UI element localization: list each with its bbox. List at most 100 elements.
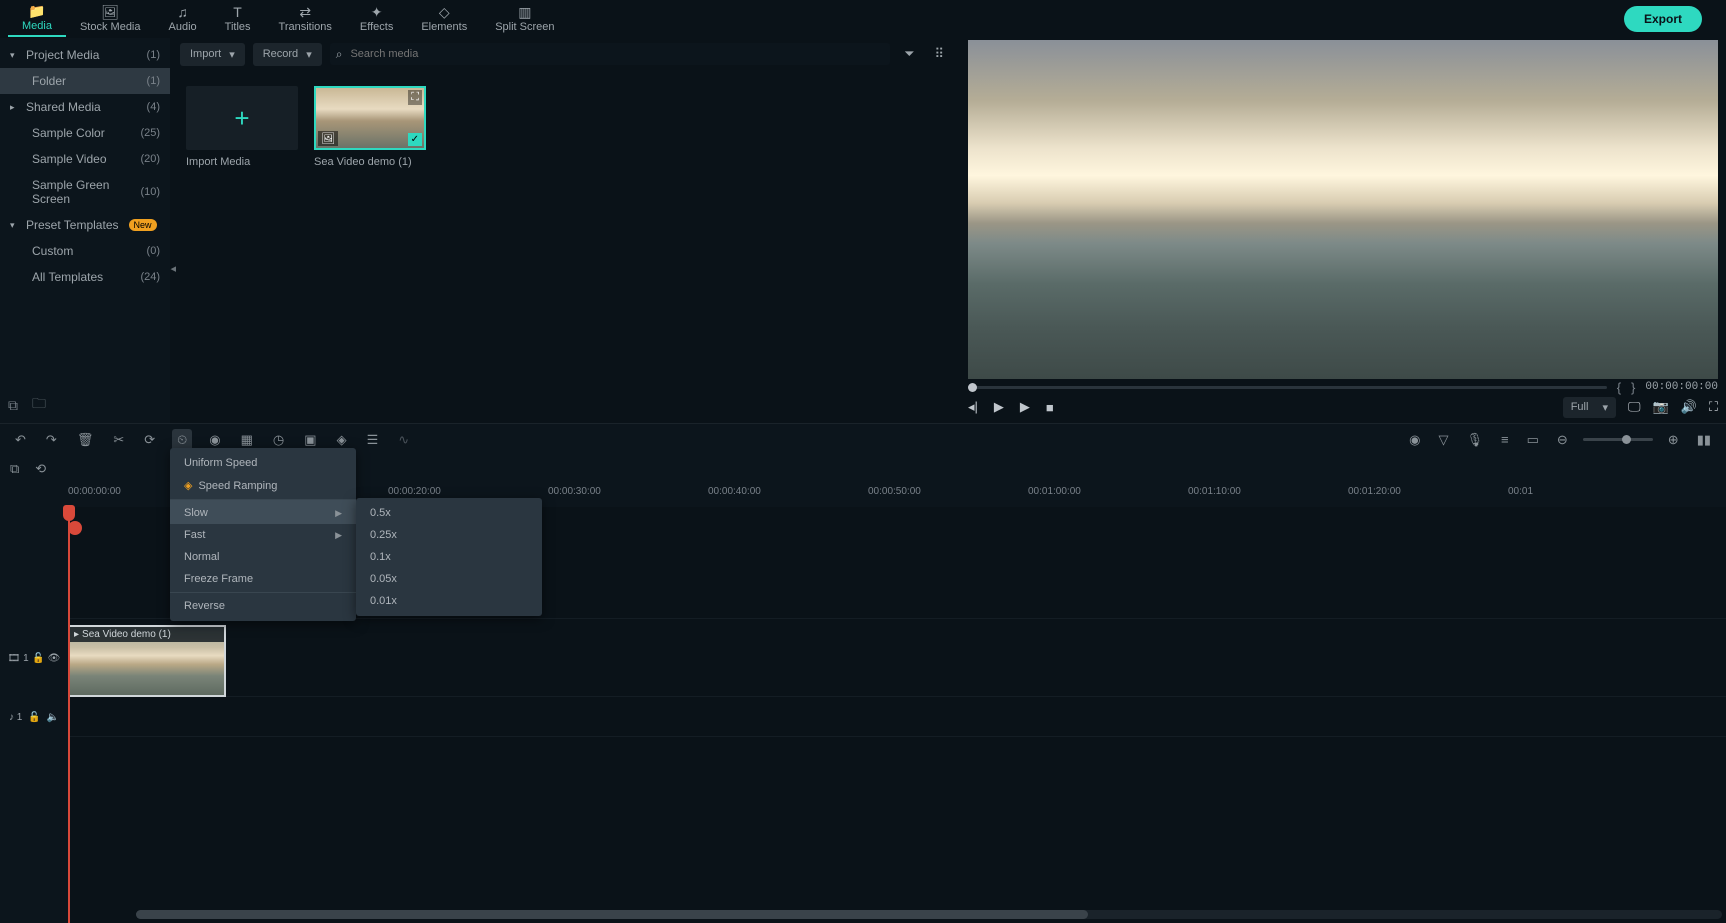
audio-track-icon: ♪ 1 (9, 712, 22, 723)
quality-select[interactable]: Full▾ (1563, 397, 1616, 418)
ctx-slow[interactable]: Slow▶ (170, 499, 356, 524)
sidebar-item-folder[interactable]: Folder(1) (0, 68, 170, 94)
bracket-right-icon[interactable]: } (1631, 380, 1635, 395)
stop-button[interactable]: ■ (1046, 400, 1054, 415)
splitscreen-icon: ▥ (518, 5, 531, 19)
eye-icon[interactable]: 👁 (48, 653, 61, 664)
redo-button[interactable]: ↷ (43, 429, 60, 451)
nav-tab-transitions[interactable]: ⇄Transitions (265, 1, 346, 37)
playhead[interactable] (68, 507, 70, 923)
play-forward-button[interactable]: ▶ (1020, 399, 1030, 415)
nav-tab-effects[interactable]: ✦Effects (346, 1, 407, 37)
sidebar-item-sample-green[interactable]: Sample Green Screen(10) (0, 172, 170, 212)
snap-button[interactable]: ▭ (1524, 429, 1542, 451)
chevron-right-icon: ▶ (335, 530, 342, 541)
undo-button[interactable]: ↶ (12, 429, 29, 451)
track-options-button[interactable]: ⧉ (10, 461, 19, 477)
sidebar-item-preset-templates[interactable]: ▾Preset TemplatesNew (0, 212, 170, 238)
render-button[interactable]: ◉ (1406, 429, 1423, 451)
bracket-left-icon[interactable]: { (1617, 380, 1621, 395)
scrub-track[interactable] (968, 386, 1607, 389)
folder-button[interactable]: 🗀 (32, 393, 46, 417)
sub-005x[interactable]: 0.05x (356, 568, 542, 590)
add-folder-button[interactable]: ⧉ (8, 393, 18, 417)
ctx-speed-ramping[interactable]: ◈Speed Ramping (170, 474, 356, 497)
audio-track-label[interactable]: ♪ 1 🔓 🔈 (0, 697, 68, 737)
nav-tab-titles[interactable]: TTitles (211, 1, 265, 37)
record-dropdown[interactable]: Record▾ (253, 43, 322, 66)
audio-track[interactable] (68, 697, 1726, 737)
sidebar-item-custom[interactable]: Custom(0) (0, 238, 170, 264)
playhead-handle[interactable] (63, 505, 75, 521)
export-button[interactable]: Export (1624, 6, 1702, 32)
media-item-sea-video[interactable]: ⛶ 🖼 ✓ Sea Video demo (1) (314, 86, 426, 168)
import-media-tile[interactable]: + Import Media (186, 86, 298, 168)
mixer-button[interactable]: ≡ (1498, 429, 1512, 450)
video-track-label[interactable]: 🎞 1 🔓 👁 (0, 619, 68, 697)
ctx-reverse[interactable]: Reverse (170, 592, 356, 617)
sidebar-item-project-media[interactable]: ▾Project Media(1) (0, 42, 170, 68)
sub-025x[interactable]: 0.25x (356, 524, 542, 546)
sidebar-item-sample-video[interactable]: Sample Video(20) (0, 146, 170, 172)
sidebar-item-all-templates[interactable]: All Templates(24) (0, 264, 170, 290)
ctx-freeze[interactable]: Freeze Frame (170, 568, 356, 590)
zoom-slider[interactable] (1583, 438, 1653, 441)
sidebar-item-shared-media[interactable]: ▸Shared Media(4) (0, 94, 170, 120)
nav-tab-split[interactable]: ▥Split Screen (481, 1, 568, 37)
crop-button[interactable]: ⟳ (141, 429, 158, 451)
search-input[interactable] (342, 43, 884, 65)
link-button[interactable]: ⟲ (35, 461, 46, 477)
preview-canvas[interactable] (968, 40, 1718, 379)
grid-view-button[interactable]: ⠿ (928, 42, 950, 66)
ctx-uniform-speed[interactable]: Uniform Speed (170, 452, 356, 474)
speaker-icon[interactable]: 🔈 (47, 712, 59, 723)
slow-submenu: 0.5x 0.25x 0.1x 0.05x 0.01x (356, 498, 542, 616)
preview-scrub: { } 00:00:00:00 (968, 379, 1718, 395)
cut-button[interactable]: ✂ (110, 429, 127, 451)
marker-button[interactable]: ▽ (1435, 429, 1451, 451)
delete-button[interactable]: 🗑 (74, 429, 97, 451)
volume-button[interactable]: 🔊 (1681, 399, 1697, 415)
prev-frame-button[interactable]: ◂| (968, 399, 978, 415)
zoom-out-button[interactable]: ⊖ (1554, 429, 1571, 451)
snapshot-button[interactable]: 📷 (1653, 399, 1669, 415)
expand-icon[interactable]: ⛶ (408, 90, 422, 105)
scroll-thumb[interactable] (136, 910, 1088, 919)
sidebar-collapse-handle[interactable]: ◂ (170, 262, 176, 275)
lock-icon[interactable]: 🔓 (28, 712, 40, 723)
in-marker[interactable] (68, 521, 82, 535)
ctx-fast[interactable]: Fast▶ (170, 524, 356, 546)
audio-wave-button[interactable]: ∿ (395, 429, 412, 451)
diamond-icon: ◇ (439, 5, 450, 19)
video-track[interactable]: ▸Sea Video demo (1) (68, 619, 1726, 697)
play-button[interactable]: ▶ (994, 399, 1004, 415)
media-panel: Import▾ Record▾ ⌕ ⏷ ⠿ + Import Media ⛶ 🖼… (170, 38, 960, 423)
sidebar-item-sample-color[interactable]: Sample Color(25) (0, 120, 170, 146)
voiceover-button[interactable]: 🎙 (1463, 429, 1486, 451)
media-thumbnail[interactable]: ⛶ 🖼 ✓ (314, 86, 426, 150)
import-tile[interactable]: + (186, 86, 298, 150)
filter-button[interactable]: ⏷ (898, 42, 920, 66)
fullscreen-button[interactable]: ⛶ (1709, 399, 1718, 415)
nav-tab-audio[interactable]: ♫Audio (155, 1, 211, 37)
timeline-clip[interactable]: ▸Sea Video demo (1) (68, 625, 226, 697)
display-button[interactable]: 🖵 (1628, 399, 1641, 415)
ctx-normal[interactable]: Normal (170, 546, 356, 568)
nav-tab-stock[interactable]: 🖼Stock Media (66, 1, 155, 37)
track-scrollbar[interactable] (136, 910, 1722, 919)
sub-01x[interactable]: 0.1x (356, 546, 542, 568)
fit-zoom-button[interactable]: ▮▮ (1694, 429, 1714, 451)
folder-icon: 📁 (28, 4, 45, 18)
preview-controls: ◂| ▶ ▶ ■ Full▾ 🖵 📷 🔊 ⛶ (968, 395, 1718, 423)
sub-05x[interactable]: 0.5x (356, 502, 542, 524)
import-dropdown[interactable]: Import▾ (180, 43, 245, 66)
sub-001x[interactable]: 0.01x (356, 590, 542, 612)
zoom-handle[interactable] (1622, 435, 1631, 444)
track-labels: 🎞 1 🔓 👁 ♪ 1 🔓 🔈 (0, 507, 68, 923)
zoom-in-button[interactable]: ⊕ (1665, 429, 1682, 451)
lock-icon[interactable]: 🔓 (32, 653, 44, 664)
scrub-handle[interactable] (968, 383, 977, 392)
adjust-button[interactable]: ☰ (364, 429, 382, 451)
nav-tab-elements[interactable]: ◇Elements (407, 1, 481, 37)
nav-tab-media[interactable]: 📁Media (8, 1, 66, 37)
